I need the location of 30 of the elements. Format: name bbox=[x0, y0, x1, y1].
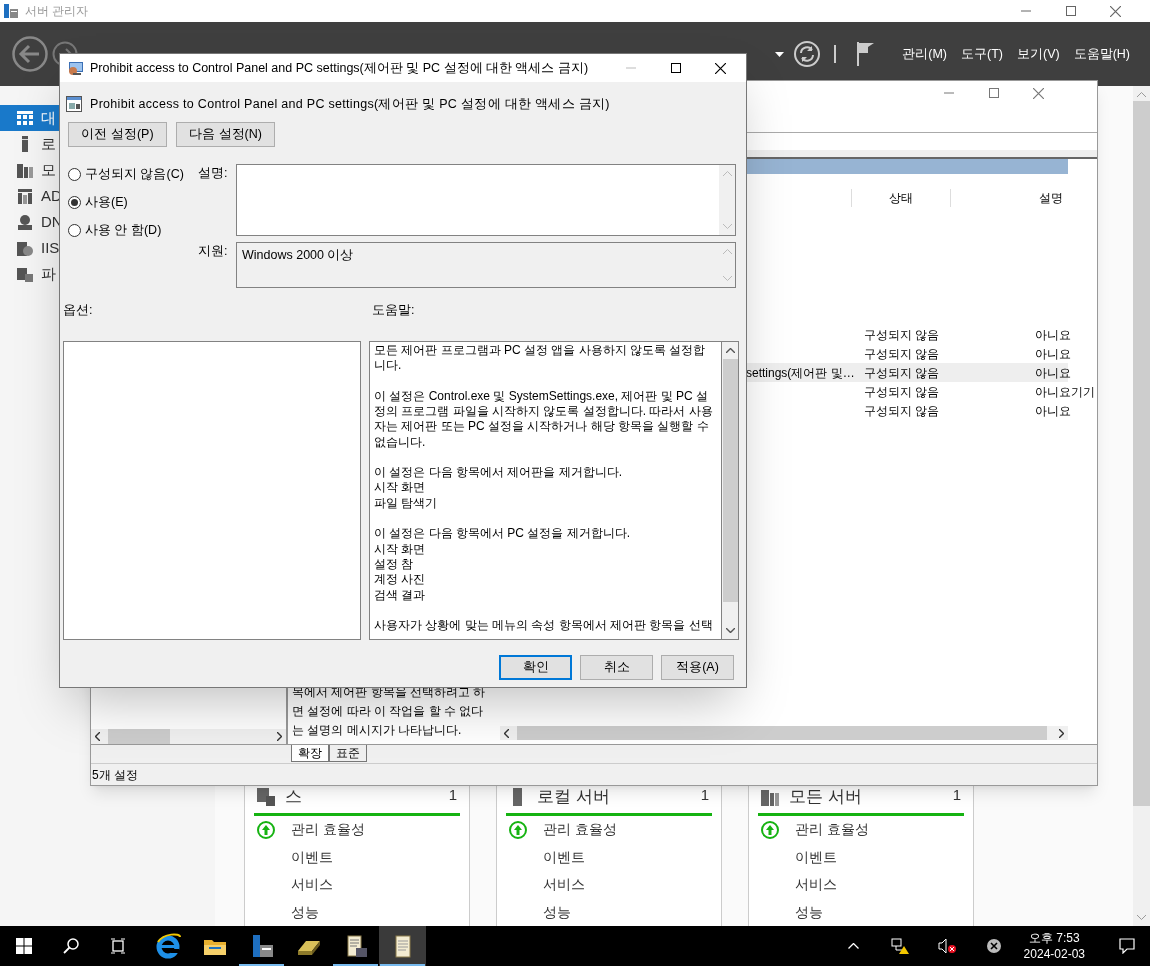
help-text: 이 설정은 Control.exe 및 SystemSettings.exe, 제어판 및 PC 설 정의 프로그램 파일을 시작하지 않도록 설정합니다. 따라서 사용 자는 제어판 또는 PC 설정을 시작하거나 해당 항목을 실행할 수 없습니다. bbox=[374, 388, 714, 450]
tile-title: 모든 서버 bbox=[789, 785, 862, 808]
dialog-title: Prohibit access to Control Panel and PC settings(제어판 및 PC 설정에 대한 액세스 금지) bbox=[90, 59, 589, 77]
table-cell: settings(제어판 및… bbox=[746, 365, 855, 380]
section-label: 옵션: bbox=[63, 302, 94, 319]
supported-field: Windows 2000 이상 bbox=[236, 242, 736, 288]
status-text: 5개 설정 bbox=[92, 766, 138, 784]
table-cell: 구성되지 않음 bbox=[864, 365, 940, 380]
tile-title: 로컬 서버 bbox=[537, 785, 610, 808]
table-cell: 구성되지 않음 bbox=[864, 384, 940, 399]
help-text: 이 설정은 다음 항목에서 PC 설정을 제거합니다. 시작 화면 설정 참 계정 사진 검색 결과 bbox=[374, 526, 631, 603]
table-cell: 구성되지 않음 bbox=[864, 403, 940, 418]
window-title: 서버 관리자 bbox=[25, 3, 89, 20]
table-cell: 구성되지 않음 bbox=[864, 346, 940, 361]
field-label: 설명: bbox=[198, 165, 229, 182]
table-cell: 구성되지 않음 bbox=[864, 327, 940, 342]
section-label: 도움말: bbox=[372, 302, 415, 319]
table-cell: 아니요기기 bbox=[1035, 384, 1095, 399]
table-cell: 아니요 bbox=[1035, 365, 1071, 380]
tile-count: 1 bbox=[700, 785, 709, 805]
policy-heading: Prohibit access to Control Panel and PC settings(제어판 및 PC 설정에 대한 액세스 금지) bbox=[90, 95, 610, 113]
tile-count: 1 bbox=[952, 785, 961, 805]
help-text: 이 설정은 다음 항목에서 제어판을 제거합니다. 시작 화면 파일 탐색기 bbox=[374, 465, 623, 511]
table-cell: 아니요 bbox=[1035, 403, 1071, 418]
field-label: 지원: bbox=[198, 243, 229, 260]
table-cell: 아니요 bbox=[1035, 346, 1071, 361]
tile-count: 1 bbox=[448, 785, 457, 805]
table-cell: 아니요 bbox=[1035, 327, 1071, 342]
tile-title: 스 bbox=[285, 785, 302, 808]
help-text: 사용자가 상황에 맞는 메뉴의 속성 항목에서 제어판 항목을 선택 bbox=[374, 618, 714, 634]
